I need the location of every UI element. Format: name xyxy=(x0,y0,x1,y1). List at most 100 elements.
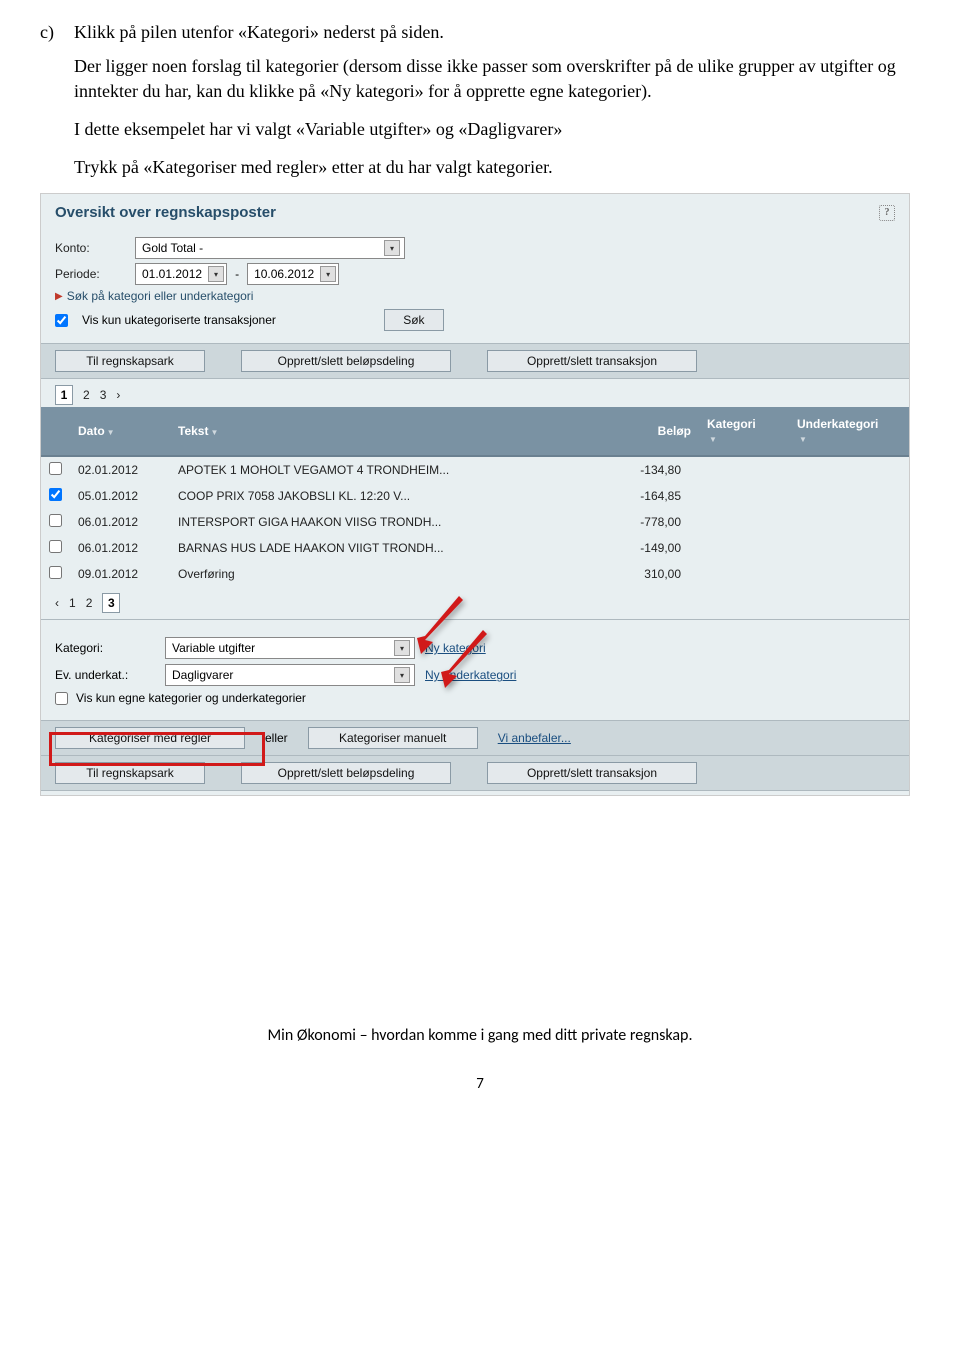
pager-bottom: ‹ 1 2 3 xyxy=(41,587,909,619)
cell-tekst: BARNAS HUS LADE HAAKON VIIGT TRONDH... xyxy=(170,535,599,561)
col-underkat[interactable]: Underkategori▼ xyxy=(789,407,909,456)
cell-underkat xyxy=(789,483,909,509)
chevron-down-icon: ▾ xyxy=(394,667,410,683)
doc-para3: I dette eksempelet har vi valgt «Variabl… xyxy=(74,117,920,141)
table-row: 06.01.2012INTERSPORT GIGA HAAKON VIISG T… xyxy=(41,509,909,535)
table-row: 09.01.2012Overføring310,00 xyxy=(41,561,909,587)
cell-dato: 09.01.2012 xyxy=(70,561,170,587)
cell-kategori xyxy=(699,456,789,483)
cell-dato: 02.01.2012 xyxy=(70,456,170,483)
cell-kategori xyxy=(699,483,789,509)
ny-underkategori-link[interactable]: Ny underkategori xyxy=(425,668,516,682)
cell-kategori xyxy=(699,535,789,561)
list-marker: c) xyxy=(40,20,74,44)
col-dato[interactable]: Dato▼ xyxy=(70,407,170,456)
doc-list-item-c: c) Klikk på pilen utenfor «Kategori» ned… xyxy=(40,20,920,44)
vi-anbefaler-link[interactable]: Vi anbefaler... xyxy=(498,731,571,745)
opprett-slett-belop-button[interactable]: Opprett/slett beløpsdeling xyxy=(241,350,451,372)
pager-top: 1 2 3 › xyxy=(41,379,909,405)
col-kategori[interactable]: Kategori▼ xyxy=(699,407,789,456)
cell-belop: 310,00 xyxy=(599,561,699,587)
triangle-icon: ▶ xyxy=(55,291,63,302)
search-category-link[interactable]: ▶ Søk på kategori eller underkategori xyxy=(55,289,895,303)
show-uncategorized-checkbox[interactable] xyxy=(55,314,68,327)
eller-text: eller xyxy=(265,731,288,745)
opprett-slett-belop-button-2[interactable]: Opprett/slett beløpsdeling xyxy=(241,762,451,784)
chevron-down-icon: ▾ xyxy=(394,640,410,656)
app-screenshot: Oversikt over regnskapsposter ? Konto: G… xyxy=(40,193,910,796)
chevron-down-icon: ▾ xyxy=(384,240,400,256)
periode-to-input[interactable]: 10.06.2012 ▾ xyxy=(247,263,339,285)
periode-label: Periode: xyxy=(55,267,127,281)
til-regnskapsark-button-2[interactable]: Til regnskapsark xyxy=(55,762,205,784)
ny-kategori-link[interactable]: Ny kategori xyxy=(425,641,486,655)
cell-belop: -134,80 xyxy=(599,456,699,483)
cell-underkat xyxy=(789,561,909,587)
pager-next-icon[interactable]: › xyxy=(116,388,120,402)
periode-separator: - xyxy=(235,267,239,281)
underkat-label: Ev. underkat.: xyxy=(55,668,155,682)
cell-kategori xyxy=(699,509,789,535)
doc-para2: Der ligger noen forslag til kategorier (… xyxy=(74,54,920,103)
table-row: 05.01.2012COOP PRIX 7058 JAKOBSLI KL. 12… xyxy=(41,483,909,509)
kategori-select[interactable]: Variable utgifter ▾ xyxy=(165,637,415,659)
kategoriser-manuelt-button[interactable]: Kategoriser manuelt xyxy=(308,727,478,749)
opprett-slett-trans-button[interactable]: Opprett/slett transaksjon xyxy=(487,350,697,372)
row-checkbox[interactable] xyxy=(49,462,62,475)
cell-dato: 06.01.2012 xyxy=(70,509,170,535)
cell-underkat xyxy=(789,509,909,535)
toolbar-top: Til regnskapsark Opprett/slett beløpsdel… xyxy=(41,343,909,379)
opprett-slett-trans-button-2[interactable]: Opprett/slett transaksjon xyxy=(487,762,697,784)
periode-to-value: 10.06.2012 xyxy=(254,267,314,281)
cell-dato: 05.01.2012 xyxy=(70,483,170,509)
cell-tekst: INTERSPORT GIGA HAAKON VIISG TRONDH... xyxy=(170,509,599,535)
search-link-label: Søk på kategori eller underkategori xyxy=(67,289,254,303)
kategoriser-med-regler-button[interactable]: Kategoriser med regler xyxy=(55,727,245,749)
row-checkbox[interactable] xyxy=(49,540,62,553)
cell-dato: 06.01.2012 xyxy=(70,535,170,561)
doc-page-number: 7 xyxy=(40,1075,920,1093)
panel-heading: Oversikt over regnskapsposter ? xyxy=(41,194,909,229)
cell-tekst: Overføring xyxy=(170,561,599,587)
pager-current: 1 xyxy=(55,385,73,405)
cell-kategori xyxy=(699,561,789,587)
panel-title: Oversikt over regnskapsposter xyxy=(55,204,276,221)
kategori-label: Kategori: xyxy=(55,641,155,655)
col-tekst[interactable]: Tekst▼ xyxy=(170,407,599,456)
cell-belop: -149,00 xyxy=(599,535,699,561)
pager-page-3[interactable]: 3 xyxy=(100,388,107,402)
cell-underkat xyxy=(789,456,909,483)
cell-tekst: COOP PRIX 7058 JAKOBSLI KL. 12:20 V... xyxy=(170,483,599,509)
toolbar-bottom: Til regnskapsark Opprett/slett beløpsdel… xyxy=(41,756,909,791)
row-checkbox[interactable] xyxy=(49,488,62,501)
show-own-categories-checkbox[interactable] xyxy=(55,692,68,705)
doc-footer: Min Økonomi – hvordan komme i gang med d… xyxy=(40,1026,920,1045)
cell-underkat xyxy=(789,535,909,561)
pager-page-2b[interactable]: 2 xyxy=(86,596,93,610)
konto-select[interactable]: Gold Total - ▾ xyxy=(135,237,405,259)
underkat-select[interactable]: Dagligvarer ▾ xyxy=(165,664,415,686)
show-own-categories-label: Vis kun egne kategorier og underkategori… xyxy=(76,691,306,705)
col-belop[interactable]: Beløp xyxy=(599,407,699,456)
row-checkbox[interactable] xyxy=(49,566,62,579)
cell-belop: -778,00 xyxy=(599,509,699,535)
konto-label: Konto: xyxy=(55,241,127,255)
row-checkbox[interactable] xyxy=(49,514,62,527)
cell-belop: -164,85 xyxy=(599,483,699,509)
periode-from-value: 01.01.2012 xyxy=(142,267,202,281)
underkat-value: Dagligvarer xyxy=(172,668,233,682)
doc-para4: Trykk på «Kategoriser med regler» etter … xyxy=(74,155,920,179)
konto-value: Gold Total - xyxy=(142,241,203,255)
transactions-table: Dato▼ Tekst▼ Beløp Kategori▼ Underkatego… xyxy=(41,407,909,587)
til-regnskapsark-button[interactable]: Til regnskapsark xyxy=(55,350,205,372)
pager-prev-icon[interactable]: ‹ xyxy=(55,596,59,610)
doc-para1: Klikk på pilen utenfor «Kategori» neders… xyxy=(74,20,444,44)
pager-current-bottom: 3 xyxy=(102,593,120,613)
chevron-down-icon: ▾ xyxy=(320,266,336,282)
search-button[interactable]: Søk xyxy=(384,309,444,331)
category-section: Kategori: Variable utgifter ▾ Ny kategor… xyxy=(41,620,909,756)
periode-from-input[interactable]: 01.01.2012 ▾ xyxy=(135,263,227,285)
pager-page-2[interactable]: 2 xyxy=(83,388,90,402)
pager-page-1[interactable]: 1 xyxy=(69,596,76,610)
help-icon[interactable]: ? xyxy=(879,205,895,221)
